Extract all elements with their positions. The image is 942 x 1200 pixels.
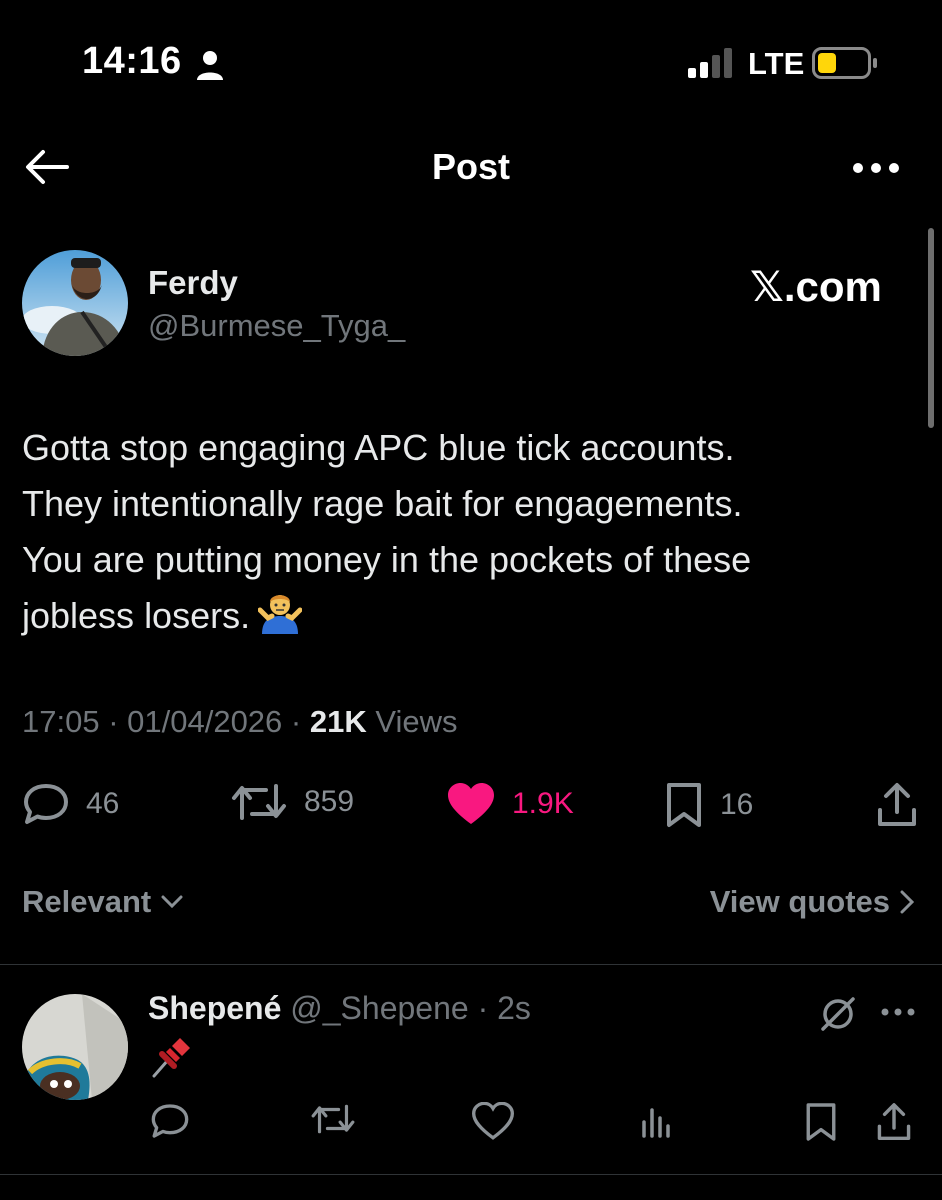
post-text: Gotta stop engaging APC blue tick accoun… xyxy=(22,420,902,650)
post-meta: 17:05 · 01/04/2026 · 21K Views xyxy=(22,704,458,739)
battery-icon xyxy=(812,47,878,84)
sort-label: Relevant xyxy=(22,884,152,919)
share-button[interactable] xyxy=(876,782,934,828)
reply-time: 2s xyxy=(497,990,531,1026)
share-icon xyxy=(878,783,916,826)
bookmark-icon xyxy=(667,783,701,827)
views-icon xyxy=(642,1108,670,1138)
divider xyxy=(0,964,942,965)
person-icon xyxy=(196,50,224,85)
repost-button[interactable]: 859 xyxy=(230,782,354,822)
post-text-content: Gotta stop engaging APC blue tick accoun… xyxy=(22,427,752,636)
reply-more-button[interactable] xyxy=(880,1004,916,1022)
bookmark-button[interactable]: 16 xyxy=(664,782,753,828)
reply-like-button[interactable] xyxy=(471,1101,515,1145)
post-date: 01/04/2026 xyxy=(127,704,283,739)
reply-author-handle[interactable]: @_Shepene · 2s xyxy=(290,990,531,1026)
shrug-emoji xyxy=(257,590,303,650)
author-handle[interactable]: @Burmese_Tyga_ xyxy=(148,308,405,344)
repost-icon xyxy=(311,1104,355,1134)
status-time: 14:16 xyxy=(82,40,182,82)
author-name[interactable]: Ferdy xyxy=(148,264,238,302)
reply-header: Shepené @_Shepene · 2s xyxy=(148,990,531,1027)
chevron-right-icon xyxy=(900,890,914,914)
heart-icon xyxy=(471,1101,515,1140)
share-icon xyxy=(877,1103,911,1140)
reply-share-button[interactable] xyxy=(876,1102,912,1147)
like-button[interactable]: 1.9K xyxy=(446,782,574,826)
views-count[interactable]: 21K xyxy=(310,704,367,739)
author-avatar[interactable] xyxy=(22,250,128,356)
post-time: 17:05 xyxy=(22,704,100,739)
reply-icon xyxy=(151,1104,189,1138)
like-count: 1.9K xyxy=(512,787,574,820)
site-watermark: 𝕏.com xyxy=(750,263,882,310)
divider xyxy=(0,1174,942,1175)
reply-author-name[interactable]: Shepené xyxy=(148,990,281,1026)
network-type: LTE xyxy=(748,46,805,81)
repost-count: 859 xyxy=(304,785,355,818)
view-quotes-label: View quotes xyxy=(709,884,890,919)
chevron-down-icon xyxy=(161,895,183,909)
views-label: Views xyxy=(375,704,458,739)
reply-repost-button[interactable] xyxy=(310,1102,356,1141)
repost-icon xyxy=(232,784,286,820)
view-quotes-button[interactable]: View quotes xyxy=(710,884,914,920)
bookmark-icon xyxy=(806,1103,836,1141)
more-icon xyxy=(881,1008,915,1016)
reply-avatar[interactable] xyxy=(22,994,128,1100)
reply-views-button[interactable] xyxy=(640,1102,674,1143)
more-options-button[interactable] xyxy=(848,150,904,186)
signal-icon xyxy=(688,48,738,83)
page-title: Post xyxy=(431,146,510,187)
sort-dropdown[interactable]: Relevant xyxy=(22,884,183,920)
reply-bookmark-button[interactable] xyxy=(804,1102,838,1147)
reply-reply-button[interactable] xyxy=(150,1102,190,1145)
more-icon xyxy=(853,163,899,173)
scrollbar[interactable] xyxy=(928,228,934,428)
reply-button[interactable]: 46 xyxy=(22,782,119,826)
mute-icon[interactable] xyxy=(818,994,858,1039)
pin-emoji xyxy=(150,1034,194,1083)
reply-icon xyxy=(24,784,68,824)
reply-count: 46 xyxy=(86,787,120,820)
heart-icon xyxy=(448,783,494,824)
bookmark-count: 16 xyxy=(720,788,754,821)
